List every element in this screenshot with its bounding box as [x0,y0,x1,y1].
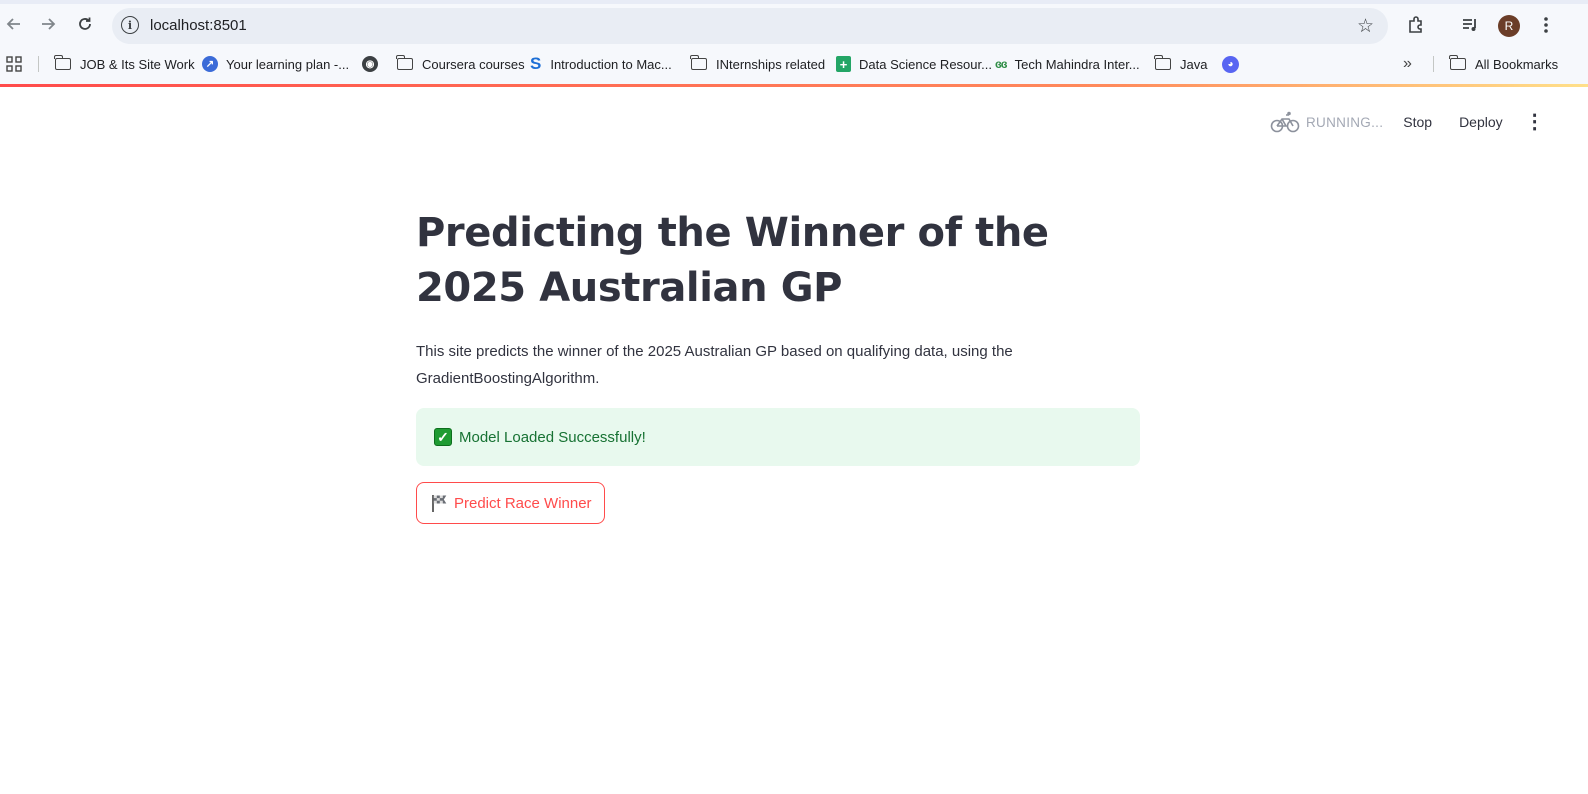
bookmark-data-science[interactable]: + Data Science Resour... [836,54,992,74]
running-status: RUNNING... [1270,110,1383,134]
bookmark-job-site-work[interactable]: JOB & Its Site Work [54,54,195,74]
bookmarks-separator [1433,56,1434,72]
profile-avatar[interactable]: R [1498,15,1520,37]
browser-toolbar: i localhost:8501 ☆ R [0,6,1588,46]
back-arrow-icon[interactable] [0,10,28,38]
bookmark-intro-mac[interactable]: S Introduction to Mac... [530,54,672,74]
bookmarks-overflow-icon[interactable]: » [1403,54,1412,74]
bookmark-label: Your learning plan -... [226,56,350,72]
media-control-icon[interactable] [1460,15,1480,40]
bookmark-tech-mahindra[interactable]: ɞɞ Tech Mahindra Inter... [995,54,1140,74]
bookmark-label: INternships related [716,56,826,72]
main-content: Predicting the Winner of the 2025 Austra… [416,200,1142,524]
reload-icon[interactable] [71,10,99,38]
all-bookmarks-label: All Bookmarks [1475,56,1559,72]
bookmark-globe[interactable]: ◉ [362,54,386,74]
folder-icon [690,55,707,70]
bookmark-java[interactable]: Java [1154,54,1208,74]
streamlit-header: RUNNING... Stop Deploy ⋮ [1270,108,1545,136]
folder-icon [1449,55,1466,70]
predict-race-winner-button[interactable]: Predict Race Winner [416,482,605,524]
tab-strip-edge [0,0,1588,4]
page-description: This site predicts the winner of the 202… [416,343,1013,387]
check-mark-icon: ✓ [434,428,452,446]
bookmarks-bar: JOB & Its Site Work ↗ Your learning plan… [0,50,1588,78]
folder-icon [54,55,71,70]
site-info-icon[interactable]: i [121,16,139,34]
sheets-icon: + [836,56,851,72]
forward-arrow-icon[interactable] [34,10,62,38]
all-bookmarks[interactable]: All Bookmarks [1449,54,1559,74]
loading-progress-line [0,84,1588,87]
checkered-flag-icon [432,495,447,512]
bookmark-label: Java [1180,56,1208,72]
bookmark-label: Tech Mahindra Inter... [1014,56,1140,72]
folder-icon [396,55,413,70]
success-alert-text: Model Loaded Successfully! [459,428,646,446]
bookmark-learning-plan[interactable]: ↗ Your learning plan -... [202,54,349,74]
page-title: Predicting the Winner of the 2025 Austra… [416,210,1049,311]
gfg-icon: ɞɞ [995,57,1008,71]
success-alert: ✓ Model Loaded Successfully! [416,408,1140,466]
url-text: localhost:8501 [150,17,247,34]
browser-chrome: i localhost:8501 ☆ R JOB & Its Site Work… [0,0,1588,86]
browser-menu-icon[interactable] [1540,15,1552,40]
bookmark-discord[interactable]: ◕ [1222,54,1247,74]
globe-icon: ◉ [362,56,378,72]
bookmark-coursera[interactable]: Coursera courses [396,54,525,74]
stop-button[interactable]: Stop [1403,114,1432,130]
bookmark-internships[interactable]: INternships related [690,54,826,74]
bookmark-star-icon[interactable]: ☆ [1357,15,1374,38]
apps-grid-icon[interactable] [6,54,22,74]
bookmark-label: Data Science Resour... [859,56,992,72]
bicycle-icon [1270,111,1300,133]
bookmark-label: JOB & Its Site Work [80,56,195,72]
predict-button-label: Predict Race Winner [454,494,592,512]
running-label: RUNNING... [1306,114,1384,130]
learning-icon: ↗ [202,56,218,72]
address-bar[interactable]: i localhost:8501 ☆ [112,8,1388,44]
bookmarks-separator [38,56,39,72]
deploy-button[interactable]: Deploy [1459,114,1503,130]
bookmark-label: Coursera courses [422,56,525,72]
discord-icon: ◕ [1222,55,1239,73]
extensions-icon[interactable] [1406,15,1426,40]
folder-icon [1154,55,1171,70]
s-logo-icon: S [530,54,542,73]
main-menu-icon[interactable]: ⋮ [1525,112,1545,132]
bookmark-label: Introduction to Mac... [550,56,672,72]
